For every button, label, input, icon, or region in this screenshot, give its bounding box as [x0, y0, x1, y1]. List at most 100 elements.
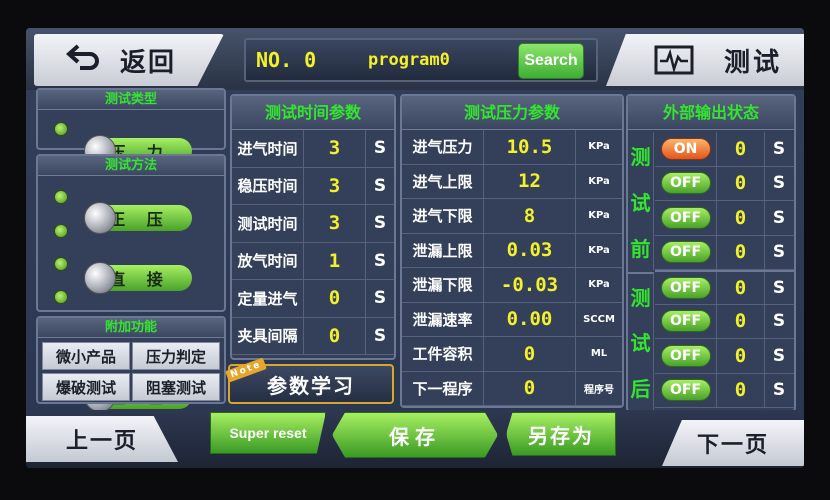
pressure-param-value[interactable]: 0.03	[484, 233, 576, 267]
time-param-value[interactable]: 1	[304, 242, 366, 279]
output-row: OFF 0 S	[655, 201, 794, 236]
time-params-title: 测试时间参数	[232, 96, 394, 130]
time-param-label: 测试时间	[232, 205, 304, 242]
pressure-param-unit: 程序号	[584, 384, 614, 396]
pressure-param-value[interactable]: 10.5	[484, 130, 576, 164]
positive-pressure-option[interactable]: 正 压	[84, 202, 192, 234]
output-toggle[interactable]: OFF	[660, 310, 711, 333]
prev-page-button[interactable]: 上一页	[26, 416, 178, 462]
search-button[interactable]: Search	[518, 43, 584, 79]
pressure-param-value[interactable]: 12	[484, 164, 576, 198]
output-delay-unit: S	[772, 277, 786, 298]
time-param-unit: S	[373, 250, 387, 271]
time-param-label: 放气时间	[232, 242, 304, 279]
output-toggle[interactable]: ON	[660, 137, 711, 160]
output-toggle-cell: OFF	[655, 304, 717, 338]
output-toggle[interactable]: OFF	[660, 172, 711, 195]
pressure-param-unit: KPa	[588, 244, 610, 256]
time-param-unit: S	[373, 138, 387, 159]
save-button[interactable]: 保存	[332, 412, 498, 458]
time-param-value[interactable]: 3	[304, 130, 366, 167]
output-toggle-cell: OFF	[655, 373, 717, 407]
time-param-row: 夹具间隔 0 S	[232, 317, 394, 355]
output-delay-value[interactable]: 0	[717, 201, 765, 235]
pressure-param-label: 下一程序	[402, 371, 484, 405]
burst-test-button[interactable]: 爆破测试	[42, 373, 130, 401]
block-test-button[interactable]: 阻塞测试	[132, 373, 220, 401]
pressure-param-value[interactable]: 0.00	[484, 302, 576, 336]
pressure-param-label: 泄漏速率	[402, 302, 484, 336]
pressure-param-label: 进气下限	[402, 199, 484, 233]
pressure-param-value[interactable]: 8	[484, 199, 576, 233]
output-delay-unit: S	[772, 173, 786, 194]
output-delay-value[interactable]: 0	[717, 373, 765, 407]
output-toggle-cell: OFF	[655, 272, 717, 304]
test-label: 测试	[724, 47, 783, 78]
test-method-title: 测试方法	[38, 156, 224, 176]
back-arrow-icon	[65, 44, 106, 77]
time-param-value[interactable]: 0	[304, 317, 366, 354]
time-param-value[interactable]: 3	[304, 205, 366, 242]
output-state-title: 外部输出状态	[628, 96, 794, 130]
output-state-table: ON 0 S OFF 0 S OFF 0 S OFF 0 S OFF 0 S OFF 0 S OFF 0 S OFF 0 S	[655, 132, 794, 408]
pressure-param-unit: KPa	[588, 175, 610, 187]
direct-option[interactable]: 直 接	[84, 262, 192, 294]
method-led-3	[54, 257, 68, 271]
time-param-label: 定量进气	[232, 280, 304, 317]
pressure-param-value[interactable]: 0	[484, 371, 576, 405]
output-delay-value[interactable]: 0	[717, 272, 765, 304]
pressure-param-row: 下一程序 0 程序号	[402, 371, 622, 406]
time-param-row: 定量进气 0 S	[232, 280, 394, 318]
back-button[interactable]: 返回	[34, 34, 224, 86]
pressure-param-unit: SCCM	[583, 313, 615, 325]
output-row: OFF 0 S	[655, 339, 794, 374]
output-toggle-cell: OFF	[655, 166, 717, 200]
output-delay-value[interactable]: 0	[717, 132, 765, 166]
time-param-value[interactable]: 3	[304, 167, 366, 204]
output-delay-value[interactable]: 0	[717, 235, 765, 269]
output-delay-value[interactable]: 0	[717, 166, 765, 200]
param-learn-button[interactable]: Note 参数学习	[225, 357, 394, 404]
super-reset-button[interactable]: Super reset	[210, 412, 326, 454]
output-delay-value[interactable]: 0	[717, 304, 765, 338]
time-param-unit: S	[373, 213, 387, 234]
output-row: OFF 0 S	[655, 166, 794, 201]
output-toggle-cell: OFF	[655, 339, 717, 373]
pressure-param-label: 工件容积	[402, 337, 484, 371]
output-toggle[interactable]: OFF	[660, 206, 711, 229]
micro-product-button[interactable]: 微小产品	[42, 342, 130, 370]
pressure-param-unit: ML	[590, 348, 608, 360]
program-name[interactable]: program0	[368, 50, 450, 70]
knob-icon	[84, 262, 116, 294]
pressure-param-row: 进气上限 12 KPa	[402, 164, 622, 199]
extra-functions-panel: 附加功能 微小产品 压力判定 爆破测试 阻塞测试	[36, 316, 226, 404]
pressure-param-value[interactable]: 0	[484, 337, 576, 371]
test-button[interactable]: 测试	[606, 34, 804, 86]
time-param-label: 稳压时间	[232, 167, 304, 204]
output-row: OFF 0 S	[655, 235, 794, 270]
program-number[interactable]: NO. 0	[256, 48, 316, 72]
output-delay-unit: S	[772, 311, 786, 332]
save-as-button[interactable]: 另存为	[506, 412, 616, 456]
pressure-params-panel: 测试压力参数 进气压力 10.5 KPa 进气上限 12 KPa 进气下限 8 KPa 泄漏上限 0…	[400, 94, 624, 408]
output-delay-unit: S	[772, 207, 786, 228]
time-params-table: 进气时间 3 S 稳压时间 3 S 测试时间 3 S 放气时间 1 S 定量进气 0 S 夹具间隔 0 S	[232, 130, 394, 355]
test-type-title: 测试类型	[38, 90, 224, 110]
knob-icon	[84, 202, 116, 234]
back-label: 返回	[120, 47, 177, 78]
output-delay-unit: S	[772, 345, 786, 366]
output-toggle[interactable]: OFF	[660, 276, 711, 299]
output-toggle[interactable]: OFF	[660, 379, 711, 402]
pressure-param-label: 进气压力	[402, 130, 484, 164]
method-led-4	[54, 290, 68, 304]
output-toggle[interactable]: OFF	[660, 344, 711, 367]
waveform-monitor-icon	[654, 45, 694, 75]
time-param-unit: S	[373, 175, 387, 196]
next-page-button[interactable]: 下一页	[662, 420, 804, 466]
time-param-value[interactable]: 0	[304, 280, 366, 317]
pressure-param-value[interactable]: -0.03	[484, 268, 576, 302]
method-led-2	[54, 224, 68, 238]
output-delay-value[interactable]: 0	[717, 339, 765, 373]
output-toggle[interactable]: OFF	[660, 241, 711, 264]
pressure-judge-button[interactable]: 压力判定	[132, 342, 220, 370]
